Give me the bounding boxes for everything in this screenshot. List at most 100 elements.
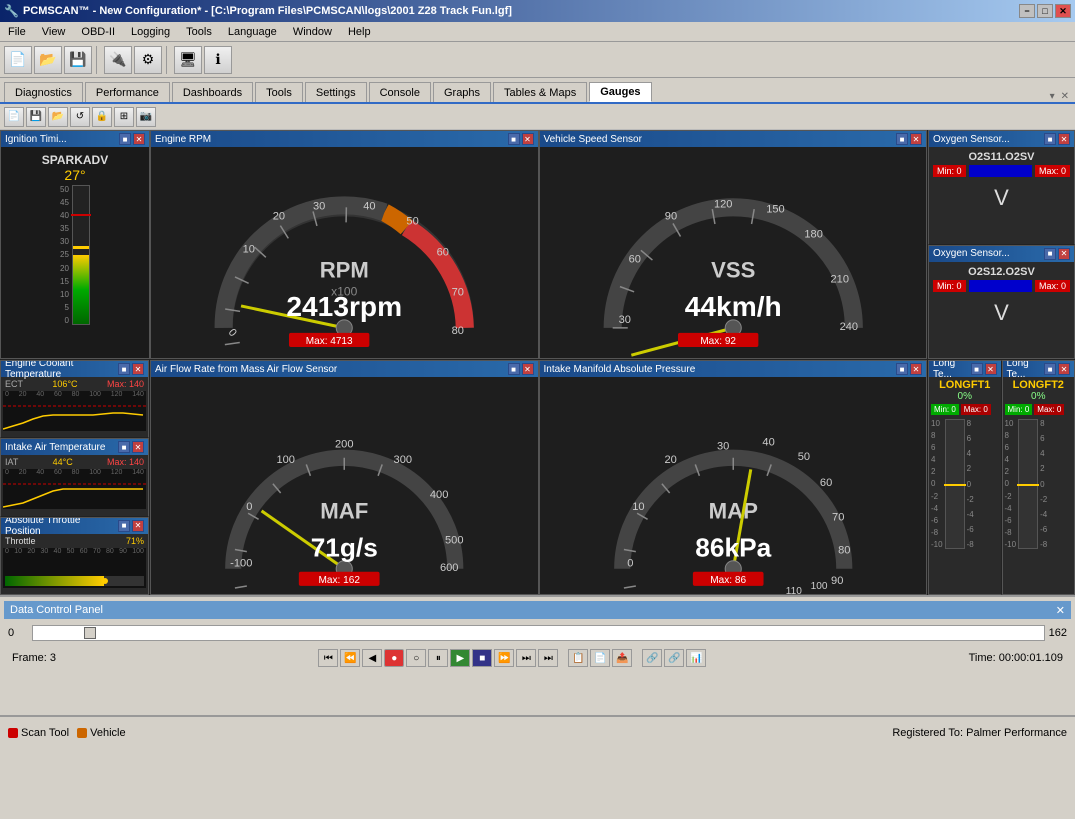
tab-performance[interactable]: Performance: [85, 82, 170, 102]
registered-label: Registered To: Palmer Performance: [892, 727, 1067, 739]
menu-tools[interactable]: Tools: [182, 25, 216, 39]
transport-pause[interactable]: ⏸: [428, 649, 448, 667]
longft2-close[interactable]: ✕: [1058, 363, 1070, 375]
longft2-header: Long Te... ■ ✕: [1003, 361, 1075, 377]
vss-minimize[interactable]: ■: [896, 133, 908, 145]
iat-close[interactable]: ✕: [132, 441, 144, 453]
vss-close[interactable]: ✕: [910, 133, 922, 145]
settings-button[interactable]: ⚙: [134, 46, 162, 74]
titlebar-title: PCMSCAN™ - New Configuration* - [C:\Prog…: [23, 5, 512, 17]
rpm-minimize[interactable]: ■: [508, 133, 520, 145]
transport-copy[interactable]: 📋: [568, 649, 588, 667]
close-button[interactable]: ✕: [1055, 4, 1071, 18]
menu-language[interactable]: Language: [224, 25, 281, 39]
save-button[interactable]: 💾: [64, 46, 92, 74]
longft2-minimize[interactable]: ■: [1044, 363, 1056, 375]
range-slider[interactable]: [32, 625, 1045, 641]
tab-tools[interactable]: Tools: [255, 82, 303, 102]
ignition-header: Ignition Timi... ■ ✕: [1, 131, 149, 147]
transport-prev[interactable]: ◀: [362, 649, 382, 667]
menu-file[interactable]: File: [4, 25, 30, 39]
tab-tables-maps[interactable]: Tables & Maps: [493, 82, 587, 102]
maximize-button[interactable]: □: [1037, 4, 1053, 18]
menu-view[interactable]: View: [38, 25, 70, 39]
info-button[interactable]: ℹ: [204, 46, 232, 74]
maf-minimize[interactable]: ■: [508, 363, 520, 375]
transport-record-stop[interactable]: ○: [406, 649, 426, 667]
vehicle-dot: [77, 728, 87, 738]
tab-dashboards[interactable]: Dashboards: [172, 82, 253, 102]
throttle-minimize[interactable]: ■: [118, 520, 130, 532]
tab-console[interactable]: Console: [369, 82, 431, 102]
rpm-close[interactable]: ✕: [522, 133, 534, 145]
throttle-close[interactable]: ✕: [132, 520, 144, 532]
rpm-gauge-panel: Engine RPM ■ ✕: [150, 130, 539, 359]
sub-open[interactable]: 📂: [48, 107, 68, 127]
o2s12-unit: V: [933, 300, 1070, 326]
transport-next[interactable]: ⏩: [494, 649, 514, 667]
tab-diagnostics[interactable]: Diagnostics: [4, 82, 83, 102]
svg-text:600: 600: [440, 562, 459, 574]
o2s11-close[interactable]: ✕: [1058, 133, 1070, 145]
transport-row: Frame: 3 ⏮ ⏪ ◀ ● ○ ⏸ ▶ ■ ⏩ ⏭ ⏭ 📋 📄 📤: [8, 647, 1067, 669]
menu-obdii[interactable]: OBD-II: [77, 25, 119, 39]
transport-last[interactable]: ⏭: [538, 649, 558, 667]
o2s12-minimize[interactable]: ■: [1044, 248, 1056, 260]
svg-text:86kPa: 86kPa: [695, 533, 771, 563]
sub-lock[interactable]: 🔒: [92, 107, 112, 127]
tabs-dropdown[interactable]: ▾: [1050, 91, 1055, 102]
map-close[interactable]: ✕: [910, 363, 922, 375]
map-minimize[interactable]: ■: [896, 363, 908, 375]
transport-first[interactable]: ⏮: [318, 649, 338, 667]
range-thumb[interactable]: [84, 627, 96, 639]
menu-help[interactable]: Help: [344, 25, 375, 39]
sub-grid[interactable]: ⊞: [114, 107, 134, 127]
tab-gauges[interactable]: Gauges: [589, 82, 651, 102]
o2s12-close[interactable]: ✕: [1058, 248, 1070, 260]
ignition-minimize[interactable]: ■: [119, 133, 131, 145]
transport-prev-fast[interactable]: ⏪: [340, 649, 360, 667]
tab-graphs[interactable]: Graphs: [433, 82, 491, 102]
longft1-header: Long Te... ■ ✕: [929, 361, 1001, 377]
transport-paste[interactable]: 📄: [590, 649, 610, 667]
menu-logging[interactable]: Logging: [127, 25, 174, 39]
ect-close[interactable]: ✕: [132, 363, 144, 375]
svg-text:120: 120: [713, 198, 731, 210]
o2s11-minimize[interactable]: ■: [1044, 133, 1056, 145]
transport-unlink[interactable]: 🔗: [664, 649, 684, 667]
transport-buttons: ⏮ ⏪ ◀ ● ○ ⏸ ▶ ■ ⏩ ⏭ ⏭ 📋 📄 📤 🔗 🔗 📊: [318, 649, 706, 667]
sub-camera[interactable]: 📷: [136, 107, 156, 127]
ect-minimize[interactable]: ■: [118, 363, 130, 375]
svg-text:20: 20: [664, 454, 676, 466]
minimize-button[interactable]: −: [1019, 4, 1035, 18]
tab-settings[interactable]: Settings: [305, 82, 367, 102]
transport-play[interactable]: ▶: [450, 649, 470, 667]
longft1-close[interactable]: ✕: [985, 363, 997, 375]
transport-next-fast[interactable]: ⏭: [516, 649, 536, 667]
connect-button[interactable]: 🔌: [104, 46, 132, 74]
new-button[interactable]: 📄: [4, 46, 32, 74]
vss-title: Vehicle Speed Sensor: [544, 134, 642, 145]
ignition-close[interactable]: ✕: [133, 133, 145, 145]
transport-export[interactable]: 📤: [612, 649, 632, 667]
transport-link[interactable]: 🔗: [642, 649, 662, 667]
transport-stop[interactable]: ■: [472, 649, 492, 667]
transport-chart[interactable]: 📊: [686, 649, 706, 667]
dcp-close[interactable]: ✕: [1056, 604, 1065, 617]
open-button[interactable]: 📂: [34, 46, 62, 74]
svg-text:80: 80: [838, 545, 850, 557]
menu-window[interactable]: Window: [289, 25, 336, 39]
iat-minimize[interactable]: ■: [118, 441, 130, 453]
svg-text:100: 100: [276, 454, 295, 466]
longft1-minimize[interactable]: ■: [971, 363, 983, 375]
sub-new[interactable]: 📄: [4, 107, 24, 127]
svg-text:240: 240: [839, 321, 857, 333]
maf-close[interactable]: ✕: [522, 363, 534, 375]
tabs-close[interactable]: ✕: [1061, 91, 1069, 102]
screen-button[interactable]: 🖥: [174, 46, 202, 74]
transport-record[interactable]: ●: [384, 649, 404, 667]
sub-refresh[interactable]: ↺: [70, 107, 90, 127]
iat-panel: Intake Air Temperature ■ ✕ IAT 44°C Max:…: [0, 438, 149, 516]
sub-save[interactable]: 💾: [26, 107, 46, 127]
range-start: 0: [8, 627, 28, 639]
